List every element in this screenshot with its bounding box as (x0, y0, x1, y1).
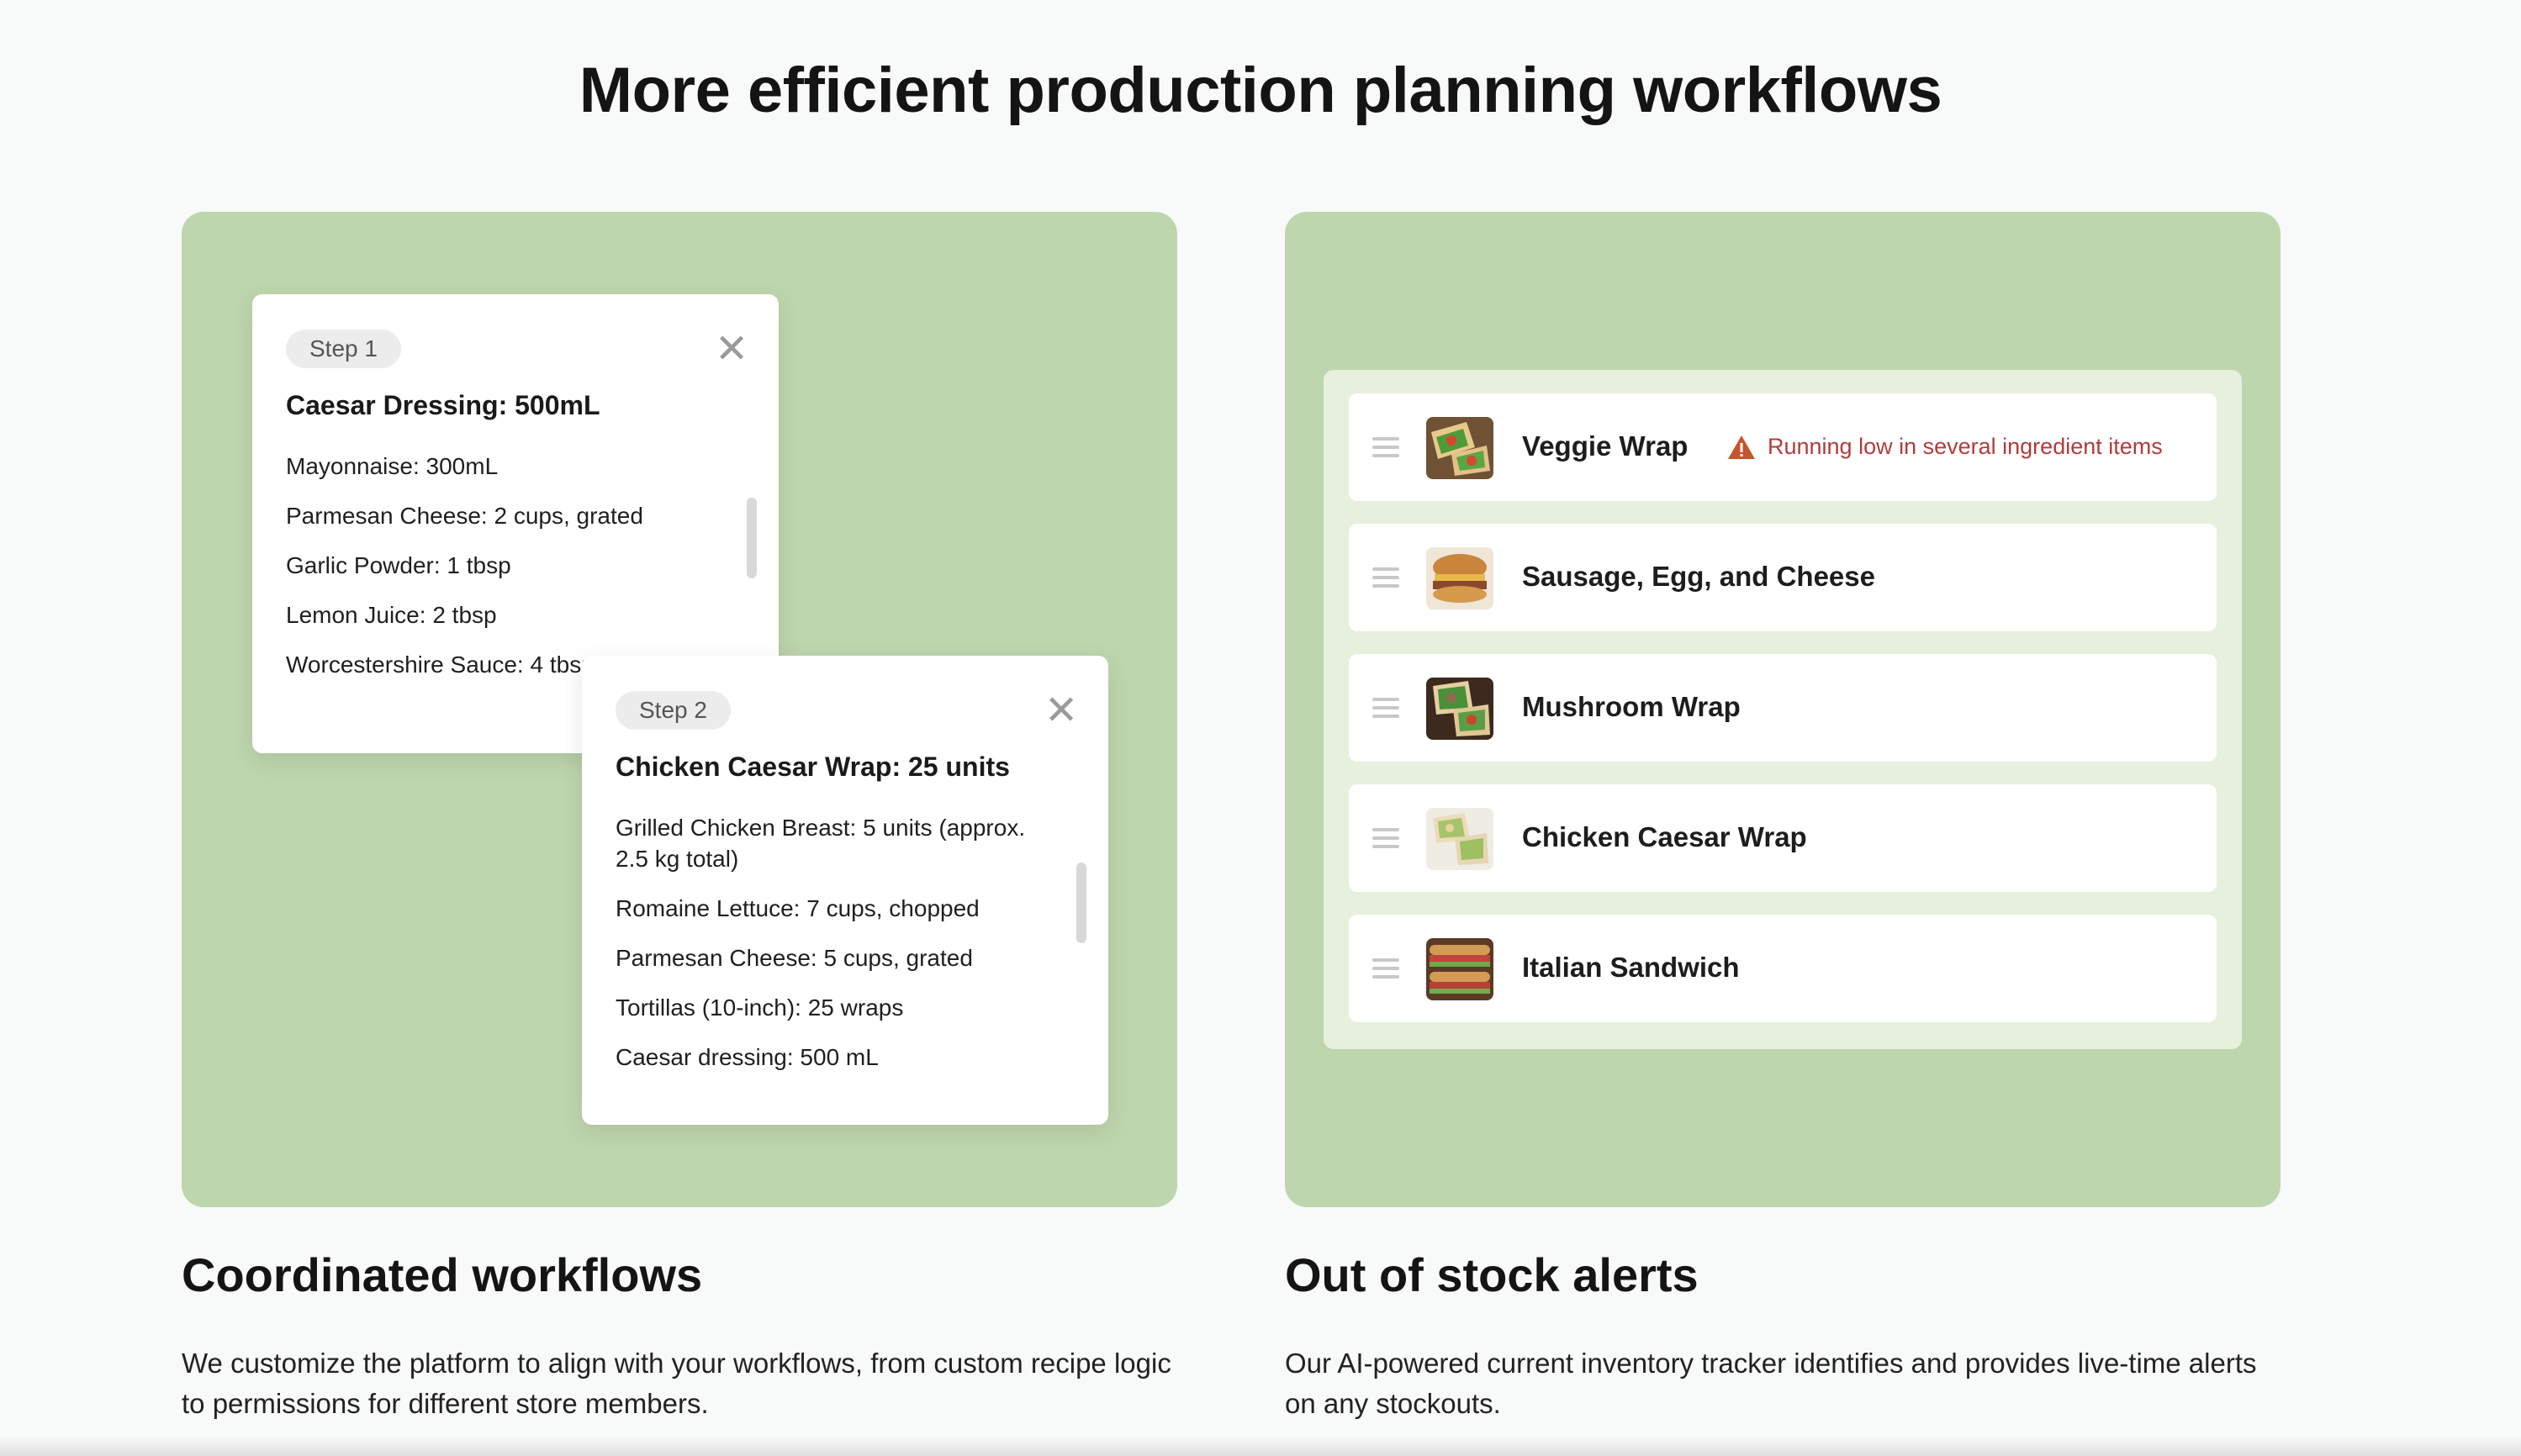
stock-alerts-panel: Veggie Wrap Running low in several ingre… (1285, 212, 2281, 1207)
mushroom-wrap-thumbnail (1426, 678, 1493, 740)
italian-sandwich-thumbnail (1426, 938, 1493, 1000)
feature-description: We customize the platform to align with … (182, 1348, 1171, 1419)
ingredient-item: Romaine Lettuce: 7 cups, chopped (616, 895, 980, 921)
ingredient-item: Mayonnaise: 300mL (286, 453, 499, 479)
page: More efficient production planning workf… (0, 0, 2521, 1456)
ingredient-item: Parmesan Cheese: 5 cups, grated (616, 945, 973, 971)
feature-description: Our AI-powered current inventory tracker… (1285, 1348, 2257, 1419)
ingredient-item: Lemon Juice: 2 tbsp (286, 602, 497, 628)
scrollbar[interactable] (747, 498, 757, 578)
window-bottom-shadow (0, 1436, 2521, 1456)
chicken-caesar-wrap-thumbnail (1426, 808, 1493, 870)
step-1-pill: Step 1 (286, 330, 401, 368)
page-headline: More efficient production planning workf… (579, 55, 1942, 126)
item-name: Mushroom Wrap (1522, 691, 1741, 722)
ingredient-item: Tortillas (10-inch): 25 wraps (616, 994, 904, 1021)
sandwich-thumbnail (1426, 547, 1493, 609)
close-icon[interactable]: ✕ (715, 330, 748, 370)
ingredient-item: Grilled Chicken Breast: 5 units (approx.… (616, 815, 1026, 872)
drag-handle-icon[interactable] (1372, 437, 1399, 457)
ingredient-item: Parmesan Cheese: 2 cups, grated (286, 503, 643, 529)
list-item[interactable]: Chicken Caesar Wrap (1349, 784, 2217, 892)
warning-icon (1728, 435, 1755, 459)
item-name: Veggie Wrap (1522, 430, 1689, 462)
step-1-title: Caesar Dressing: 500mL (286, 390, 600, 420)
scrollbar[interactable] (1076, 863, 1086, 943)
step-2-title: Chicken Caesar Wrap: 25 units (616, 752, 1010, 782)
item-name: Sausage, Egg, and Cheese (1522, 561, 1875, 592)
production-order-list: Veggie Wrap Running low in several ingre… (1324, 370, 2242, 1049)
alert-text: Running low in several ingredient items (1768, 434, 2163, 459)
coordinated-workflows-panel: Step 1 ✕ Caesar Dressing: 500mL Mayonnai… (182, 212, 1177, 1207)
list-item[interactable]: Sausage, Egg, and Cheese (1349, 524, 2217, 631)
ingredient-item: Caesar dressing: 500 mL (616, 1044, 879, 1070)
item-name: Italian Sandwich (1522, 952, 1740, 983)
item-name: Chicken Caesar Wrap (1522, 821, 1807, 852)
feature-title-out-of-stock-alerts: Out of stock alerts (1285, 1248, 1699, 1301)
drag-handle-icon[interactable] (1372, 567, 1399, 588)
step-2-card: Step 2 ✕ Chicken Caesar Wrap: 25 units G… (582, 656, 1108, 1125)
step-2-ingredients: Grilled Chicken Breast: 5 units (approx.… (616, 812, 1036, 1091)
step-2-pill: Step 2 (616, 691, 731, 730)
drag-handle-icon[interactable] (1372, 828, 1399, 848)
list-item[interactable]: Veggie Wrap Running low in several ingre… (1349, 393, 2217, 501)
ingredient-item: Garlic Powder: 1 tbsp (286, 552, 511, 578)
list-item[interactable]: Italian Sandwich (1349, 915, 2217, 1022)
veggie-wrap-thumbnail (1426, 417, 1493, 479)
low-stock-alert: Running low in several ingredient items (1727, 434, 2163, 460)
close-icon[interactable]: ✕ (1044, 691, 1078, 731)
drag-handle-icon[interactable] (1372, 698, 1399, 718)
list-item[interactable]: Mushroom Wrap (1349, 654, 2217, 762)
drag-handle-icon[interactable] (1372, 958, 1399, 979)
feature-title-coordinated-workflows: Coordinated workflows (182, 1248, 703, 1301)
